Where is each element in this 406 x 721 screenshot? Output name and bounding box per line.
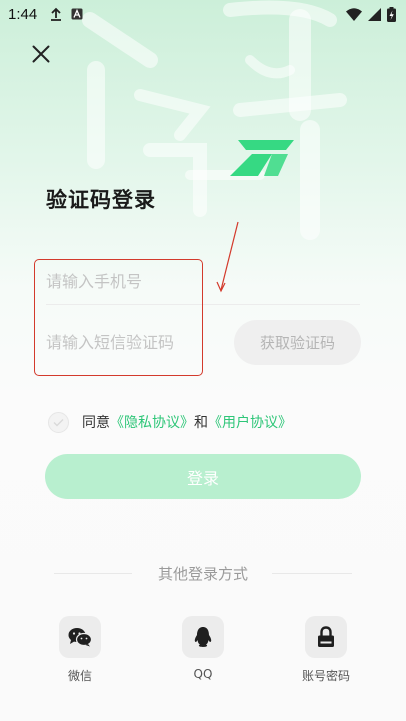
- agreement-conjunction: 和: [194, 415, 208, 431]
- battery-icon: [387, 6, 396, 22]
- agreement-checkbox[interactable]: [48, 411, 69, 433]
- wechat-label: 微信: [67, 669, 92, 683]
- check-icon: [53, 418, 64, 427]
- close-button[interactable]: [27, 40, 55, 68]
- agreement-prefix: 同意: [82, 415, 110, 431]
- login-button[interactable]: 登录: [45, 454, 361, 499]
- qq-icon-wrapper[interactable]: [182, 616, 224, 658]
- qq-login-option[interactable]: QQ: [168, 616, 238, 681]
- agreement-row: 同意 《隐私协议》 和 《用户协议》: [48, 411, 292, 433]
- account-password-login-option[interactable]: 账号密码: [291, 616, 361, 684]
- divider-right: [272, 573, 352, 574]
- app-logo: [230, 140, 294, 176]
- status-bar: 1:44: [0, 0, 406, 28]
- signal-icon: [368, 7, 381, 21]
- account-password-label: 账号密码: [301, 669, 350, 683]
- wechat-login-option[interactable]: 微信: [45, 616, 115, 684]
- close-icon: [32, 45, 50, 63]
- lock-icon-wrapper[interactable]: [305, 616, 347, 658]
- qq-penguin-icon: [194, 627, 212, 647]
- page-title: 验证码登录: [46, 188, 156, 212]
- status-time: 1:44: [8, 5, 38, 23]
- privacy-policy-link[interactable]: 《隐私协议》: [110, 412, 194, 432]
- lock-icon: [318, 626, 334, 647]
- wifi-icon: [346, 7, 362, 21]
- notification-a-icon: [71, 8, 83, 20]
- wechat-icon: [68, 628, 92, 647]
- annotation-highlight-box: [34, 259, 203, 376]
- qq-label: QQ: [193, 667, 213, 681]
- wechat-icon-wrapper[interactable]: [59, 616, 101, 658]
- user-agreement-link[interactable]: 《用户协议》: [208, 412, 292, 432]
- get-code-button[interactable]: 获取验证码: [234, 320, 361, 365]
- upload-icon: [51, 7, 62, 21]
